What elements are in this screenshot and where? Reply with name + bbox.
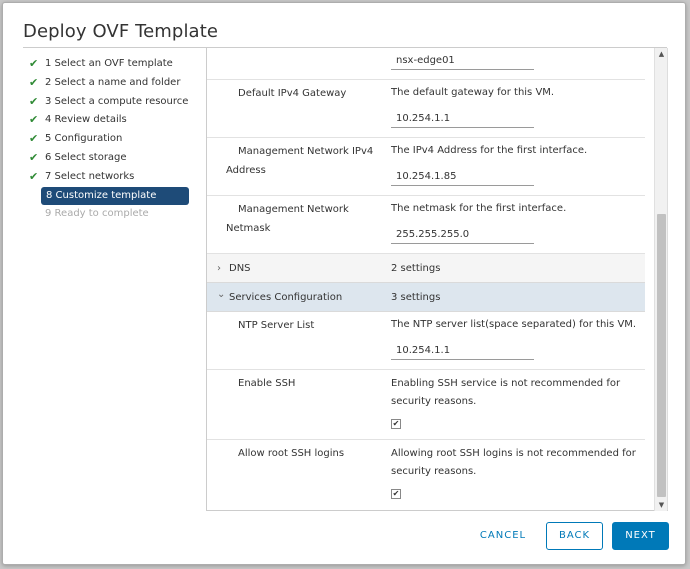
dns-section-header[interactable]: › DNS 2 settings (207, 254, 645, 283)
mgmt-ip-input[interactable]: 10.254.1.85 (391, 168, 534, 186)
hostname-row: nsx-edge01 (207, 48, 645, 80)
mgmt-netmask-label-line1: Management Network (238, 204, 349, 215)
mgmt-netmask-label-line2: Netmask (226, 223, 271, 234)
enable-ssh-checkbox[interactable]: ✔ (391, 419, 401, 429)
services-section-name: Services Configuration (229, 292, 343, 303)
hostname-input[interactable]: nsx-edge01 (391, 52, 534, 70)
step-label: 8 Customize template (46, 189, 157, 201)
mgmt-ip-description: The IPv4 Address for the first interface… (391, 145, 588, 156)
back-button[interactable]: BACK (546, 522, 603, 550)
step-4[interactable]: ✔ 4 Review details (23, 111, 193, 130)
chevron-right-icon: › (217, 263, 221, 274)
root-ssh-label: Allow root SSH logins (238, 448, 345, 459)
services-section-header[interactable]: ⌄ Services Configuration 3 settings (207, 283, 645, 312)
enable-ssh-description-line2: security reasons. (391, 396, 477, 407)
deploy-ovf-dialog: Deploy OVF Template ✔ 1 Select an OVF tem… (2, 2, 686, 565)
step-label: 5 Configuration (45, 133, 123, 145)
enable-ssh-label: Enable SSH (238, 378, 296, 389)
ntp-input[interactable]: 10.254.1.1 (391, 342, 534, 360)
scrollbar-thumb[interactable] (657, 214, 666, 497)
checkmark-icon: ✔ (29, 57, 39, 70)
step-label: 1 Select an OVF template (45, 58, 173, 69)
mgmt-ip-row: Management Network IPv4 Address The IPv4… (207, 138, 645, 196)
step-6[interactable]: ✔ 6 Select storage (23, 149, 193, 168)
scroll-down-icon[interactable]: ▼ (655, 499, 668, 511)
gateway-label: Default IPv4 Gateway (238, 88, 347, 99)
scroll-up-icon[interactable]: ▲ (655, 48, 668, 60)
step-1[interactable]: ✔ 1 Select an OVF template (23, 55, 193, 74)
dns-settings-count: 2 settings (391, 263, 441, 274)
step-label: 7 Select networks (45, 170, 135, 182)
next-button[interactable]: NEXT (612, 522, 669, 550)
checkmark-icon: ✔ (29, 150, 39, 164)
gateway-description: The default gateway for this VM. (391, 87, 555, 98)
step-2[interactable]: ✔ 2 Select a name and folder (23, 74, 193, 93)
checkmark-icon: ✔ (29, 94, 39, 108)
mgmt-ip-label-line2: Address (226, 165, 266, 176)
mgmt-netmask-row: Management Network Netmask The netmask f… (207, 196, 645, 254)
gateway-input[interactable]: 10.254.1.1 (391, 110, 534, 128)
step-label: 2 Select a name and folder (45, 76, 181, 88)
root-ssh-checkbox[interactable]: ✔ (391, 489, 401, 499)
ntp-description: The NTP server list(space separated) for… (391, 319, 637, 330)
ntp-row: NTP Server List The NTP server list(spac… (207, 312, 645, 370)
checkmark-icon: ✔ (29, 132, 39, 146)
root-ssh-description-line2: security reasons. (391, 466, 477, 477)
checkmark-icon: ✔ (29, 75, 39, 89)
step-9: 9 Ready to complete (23, 205, 193, 224)
services-settings-count: 3 settings (391, 292, 441, 303)
content-scrollbar[interactable]: ▲ ▼ (654, 48, 667, 511)
wizard-steps: ✔ 1 Select an OVF template ✔ 2 Select a na… (23, 55, 193, 224)
root-ssh-description-line1: Allowing root SSH logins is not recommen… (391, 448, 636, 459)
step-5[interactable]: ✔ 5 Configuration (23, 130, 193, 149)
gateway-row: Default IPv4 Gateway The default gateway… (207, 80, 645, 138)
step-label: 6 Select storage (45, 151, 127, 163)
mgmt-ip-label-line1: Management Network IPv4 (238, 146, 374, 157)
enable-ssh-row: Enable SSH Enabling SSH service is not r… (207, 370, 645, 440)
dns-section-name: DNS (229, 263, 251, 274)
step-8-active[interactable]: 8 Customize template (41, 186, 189, 206)
step-label: 3 Select a compute resource (45, 95, 189, 107)
cancel-button[interactable]: CANCEL (468, 522, 538, 550)
checkmark-icon: ✔ (29, 169, 39, 183)
step-label: 4 Review details (45, 114, 127, 126)
step-3[interactable]: ✔ 3 Select a compute resource (23, 93, 193, 112)
step-label: 9 Ready to complete (45, 208, 149, 220)
checkmark-icon: ✔ (29, 113, 39, 127)
root-ssh-row: Allow root SSH logins Allowing root SSH … (207, 440, 645, 510)
enable-ssh-description-line1: Enabling SSH service is not recommended … (391, 378, 621, 389)
step-7[interactable]: ✔ 7 Select networks (23, 168, 193, 187)
ntp-label: NTP Server List (238, 320, 315, 331)
mgmt-netmask-input[interactable]: 255.255.255.0 (391, 226, 534, 244)
mgmt-netmask-description: The netmask for the first interface. (391, 203, 567, 214)
chevron-down-icon: ⌄ (217, 289, 226, 300)
dialog-title: Deploy OVF Template (23, 21, 219, 42)
customize-template-panel: nsx-edge01 Default IPv4 Gateway The defa… (206, 48, 668, 511)
